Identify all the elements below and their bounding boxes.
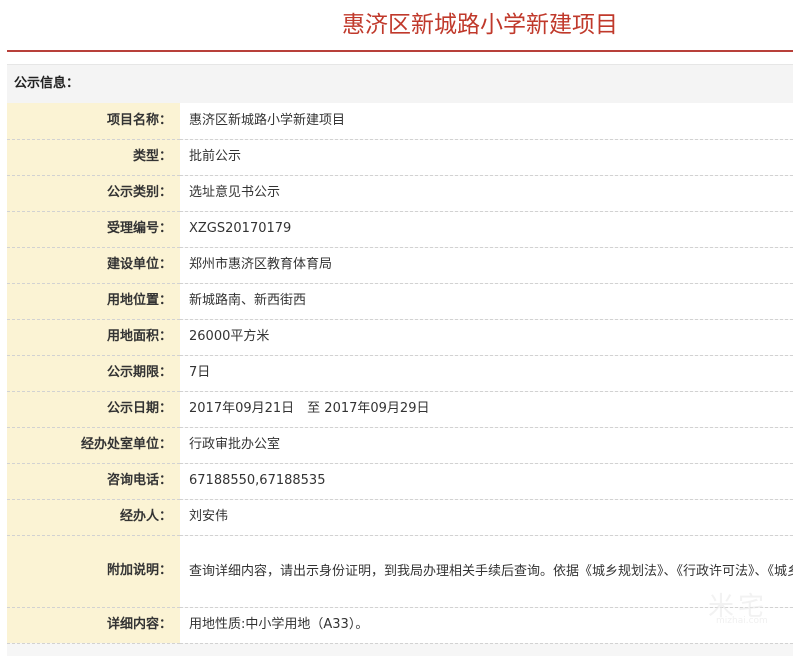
value-accept-number: XZGS20170179 (189, 221, 292, 236)
row-builder: 建设单位： 郑州市惠济区教育体育局 (7, 247, 793, 284)
label-period: 公示期限： (7, 355, 180, 392)
info-table: 项目名称： 惠济区新城路小学新建项目 类型： 批前公示 公示类别： 选址意见书公… (7, 103, 793, 644)
row-area: 用地面积： 26000平方米 (7, 319, 793, 356)
value-handler: 刘安伟 (189, 509, 229, 524)
row-accept-number: 受理编号： XZGS20170179 (7, 211, 793, 248)
row-type: 类型： 批前公示 (7, 139, 793, 176)
section-header: 公示信息： (7, 65, 793, 104)
value-note: 查询详细内容，请出示身份证明，到我局办理相关手续后查询。依据《城乡规划法》、《行… (189, 563, 793, 579)
value-type: 批前公示 (189, 149, 242, 164)
row-dates: 公示日期： 2017年09月21日 至 2017年09月29日 (7, 391, 793, 428)
value-type-cell: 批前公示 (180, 139, 793, 176)
value-period: 7日 (189, 365, 211, 380)
value-dates: 2017年09月21日 至 2017年09月29日 (189, 401, 430, 416)
row-category: 公示类别： 选址意见书公示 (7, 175, 793, 212)
label-area: 用地面积： (7, 319, 180, 356)
value-phone-cell: 67188550,67188535 (180, 463, 793, 500)
value-period-cell: 7日 (180, 355, 793, 392)
value-dates-cell: 2017年09月21日 至 2017年09月29日 (180, 391, 793, 428)
row-location: 用地位置： 新城路南、新西街西 (7, 283, 793, 320)
label-location: 用地位置： (7, 283, 180, 320)
label-accept-number: 受理编号： (7, 211, 180, 248)
label-builder: 建设单位： (7, 247, 180, 284)
value-accept-number-cell: XZGS20170179 (180, 211, 793, 248)
value-category-cell: 选址意见书公示 (180, 175, 793, 212)
label-category: 公示类别： (7, 175, 180, 212)
label-office: 经办处室单位： (7, 427, 180, 464)
value-office: 行政审批办公室 (189, 437, 281, 452)
value-project-name: 惠济区新城路小学新建项目 (189, 112, 346, 128)
value-area-cell: 26000平方米 (180, 319, 793, 356)
value-office-cell: 行政审批办公室 (180, 427, 793, 464)
label-detail: 详细内容： (7, 607, 180, 644)
value-detail: 用地性质:中小学用地（A33）。 (189, 617, 369, 632)
label-phone: 咨询电话： (7, 463, 180, 500)
value-phone: 67188550,67188535 (189, 473, 326, 488)
value-category: 选址意见书公示 (189, 185, 281, 200)
page-title: 惠济区新城路小学新建项目 (342, 12, 618, 38)
label-type: 类型： (7, 139, 180, 176)
row-period: 公示期限： 7日 (7, 355, 793, 392)
row-handler: 经办人： 刘安伟 (7, 499, 793, 536)
value-area: 26000平方米 (189, 329, 270, 344)
value-project-name-cell: 惠济区新城路小学新建项目 (180, 103, 793, 140)
label-dates: 公示日期： (7, 391, 180, 428)
title-bar: 惠济区新城路小学新建项目 (7, 0, 793, 52)
section-title: 公示信息： (14, 76, 80, 91)
label-project-name: 项目名称： (7, 103, 180, 140)
row-office: 经办处室单位： 行政审批办公室 (7, 427, 793, 464)
value-note-cell: 查询详细内容，请出示身份证明，到我局办理相关手续后查询。依据《城乡规划法》、《行… (180, 535, 793, 608)
row-detail: 详细内容： 用地性质:中小学用地（A33）。 (7, 607, 793, 644)
row-phone: 咨询电话： 67188550,67188535 (7, 463, 793, 500)
value-handler-cell: 刘安伟 (180, 499, 793, 536)
value-detail-cell: 用地性质:中小学用地（A33）。 (180, 607, 793, 644)
label-handler: 经办人： (7, 499, 180, 536)
value-location-cell: 新城路南、新西街西 (180, 283, 793, 320)
value-location: 新城路南、新西街西 (189, 293, 307, 308)
value-builder-cell: 郑州市惠济区教育体育局 (180, 247, 793, 284)
row-project-name: 项目名称： 惠济区新城路小学新建项目 (7, 103, 793, 140)
info-panel: 公示信息： 项目名称： 惠济区新城路小学新建项目 类型： 批前公示 公示类别： … (7, 64, 793, 656)
row-note: 附加说明： 查询详细内容，请出示身份证明，到我局办理相关手续后查询。依据《城乡规… (7, 535, 793, 608)
value-builder: 郑州市惠济区教育体育局 (189, 257, 333, 272)
page: 惠济区新城路小学新建项目 公示信息： 项目名称： 惠济区新城路小学新建项目 类型… (0, 0, 793, 656)
label-note: 附加说明： (7, 535, 180, 608)
